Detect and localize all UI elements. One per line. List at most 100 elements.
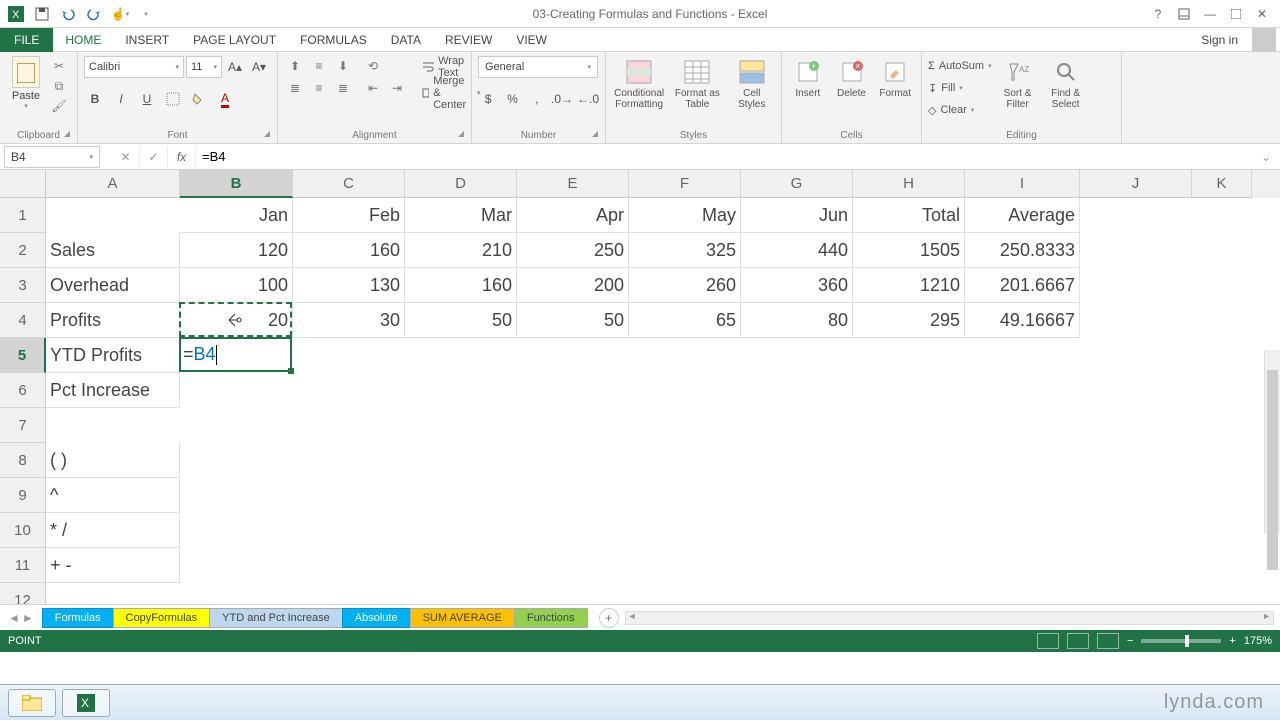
copy-icon[interactable]: ⧉: [50, 78, 68, 94]
row-header[interactable]: 1: [0, 198, 46, 233]
zoom-level[interactable]: 175%: [1244, 635, 1272, 647]
select-all-button[interactable]: [0, 170, 46, 198]
align-middle-icon[interactable]: ≡: [308, 56, 330, 76]
align-left-icon[interactable]: ≣: [284, 78, 306, 98]
close-icon[interactable]: ✕: [1250, 4, 1274, 24]
cell[interactable]: 120: [180, 233, 293, 268]
fill-handle[interactable]: [288, 368, 294, 374]
cell[interactable]: 100: [180, 268, 293, 303]
column-header[interactable]: I: [965, 170, 1080, 198]
cell-styles-button[interactable]: Cell Styles: [729, 56, 776, 141]
cell[interactable]: + -: [46, 548, 180, 583]
sheet-tab[interactable]: YTD and Pct Increase: [209, 608, 343, 628]
column-header[interactable]: C: [293, 170, 405, 198]
sheet-tab[interactable]: Formulas: [42, 608, 114, 628]
row-header[interactable]: 10: [0, 513, 46, 548]
sheet-nav-last-icon[interactable]: ►: [22, 611, 34, 625]
bold-button[interactable]: B: [84, 88, 106, 110]
conditional-formatting-button[interactable]: Conditional Formatting: [612, 56, 666, 141]
help-icon[interactable]: ?: [1146, 4, 1170, 24]
column-header[interactable]: A: [46, 170, 180, 198]
cell[interactable]: Profits: [46, 303, 180, 338]
zoom-in-icon[interactable]: +: [1229, 635, 1235, 647]
fill-button[interactable]: ↧Fill▾: [928, 78, 992, 98]
find-select-button[interactable]: Find & Select: [1044, 56, 1088, 141]
taskbar-excel-icon[interactable]: X: [62, 689, 110, 717]
sheet-nav-first-icon[interactable]: ◄: [8, 611, 20, 625]
cell[interactable]: 65: [629, 303, 741, 338]
align-top-icon[interactable]: ⬆: [284, 56, 306, 76]
cell[interactable]: Total: [853, 198, 965, 233]
sheet-tab[interactable]: CopyFormulas: [113, 608, 211, 628]
row-header[interactable]: 12: [0, 583, 46, 604]
cell[interactable]: 250.8333: [965, 233, 1080, 268]
row-header[interactable]: 8: [0, 443, 46, 478]
column-header[interactable]: E: [517, 170, 629, 198]
user-avatar[interactable]: [1252, 28, 1276, 52]
comma-icon[interactable]: ,: [527, 88, 547, 110]
format-cells-button[interactable]: Format: [875, 56, 915, 141]
minimize-icon[interactable]: —: [1198, 4, 1222, 24]
font-color-icon[interactable]: A: [214, 88, 236, 110]
cancel-icon[interactable]: ✕: [112, 146, 140, 168]
align-center-icon[interactable]: ≡: [308, 78, 330, 98]
tab-home[interactable]: HOME: [53, 29, 113, 51]
zoom-out-icon[interactable]: −: [1127, 635, 1133, 647]
ribbon-options-icon[interactable]: [1172, 4, 1196, 24]
vertical-scrollbar[interactable]: [1264, 350, 1280, 534]
decrease-decimal-icon[interactable]: ←.0: [577, 88, 599, 110]
cell[interactable]: Jun: [741, 198, 853, 233]
column-header[interactable]: B: [180, 170, 293, 198]
cell[interactable]: 160: [293, 233, 405, 268]
cell[interactable]: 30: [293, 303, 405, 338]
percent-icon[interactable]: %: [502, 88, 522, 110]
horizontal-scrollbar[interactable]: [625, 611, 1274, 625]
cell[interactable]: Sales: [46, 233, 180, 268]
cell[interactable]: 250: [517, 233, 629, 268]
increase-indent-icon[interactable]: ⇥: [386, 78, 408, 98]
cell[interactable]: 210: [405, 233, 517, 268]
font-size-combo[interactable]: 11▾: [186, 56, 222, 78]
accounting-icon[interactable]: $: [478, 88, 498, 110]
format-painter-icon[interactable]: 🖌: [50, 98, 68, 114]
font-launcher-icon[interactable]: ◢: [261, 127, 273, 139]
insert-function-icon[interactable]: fx: [168, 146, 196, 168]
tab-insert[interactable]: INSERT: [113, 29, 181, 51]
cell[interactable]: 1210: [853, 268, 965, 303]
autosum-button[interactable]: ΣAutoSum▾: [928, 56, 992, 76]
cell[interactable]: * /: [46, 513, 180, 548]
enter-icon[interactable]: ✓: [140, 146, 168, 168]
column-header[interactable]: G: [741, 170, 853, 198]
cell[interactable]: Pct Increase: [46, 373, 180, 408]
cell[interactable]: 50: [517, 303, 629, 338]
maximize-icon[interactable]: [1224, 4, 1248, 24]
cell[interactable]: 130: [293, 268, 405, 303]
paste-button[interactable]: Paste ▾: [6, 56, 46, 141]
cell[interactable]: 49.16667: [965, 303, 1080, 338]
increase-font-icon[interactable]: A▴: [224, 56, 246, 78]
alignment-launcher-icon[interactable]: ◢: [455, 127, 467, 139]
cell[interactable]: 80: [741, 303, 853, 338]
undo-icon[interactable]: [60, 6, 76, 22]
italic-button[interactable]: I: [110, 88, 132, 110]
expand-formula-bar-icon[interactable]: ⌄: [1252, 146, 1280, 168]
increase-decimal-icon[interactable]: .0→: [551, 88, 573, 110]
name-box[interactable]: B4▾: [4, 146, 100, 168]
tab-page-layout[interactable]: PAGE LAYOUT: [181, 29, 288, 51]
cell[interactable]: 201.6667: [965, 268, 1080, 303]
cell[interactable]: ( ): [46, 443, 180, 478]
cell[interactable]: 160: [405, 268, 517, 303]
add-sheet-button[interactable]: +: [599, 608, 619, 628]
tab-view[interactable]: VIEW: [504, 29, 559, 51]
page-layout-view-icon[interactable]: [1067, 633, 1089, 649]
cell[interactable]: Jan: [180, 198, 293, 233]
signin-link[interactable]: Sign in: [1201, 33, 1246, 47]
insert-cells-button[interactable]: + Insert: [788, 56, 828, 141]
column-header[interactable]: J: [1080, 170, 1192, 198]
touch-mode-icon[interactable]: ☝▾: [112, 6, 128, 22]
column-header[interactable]: D: [405, 170, 517, 198]
taskbar-explorer-icon[interactable]: [8, 689, 56, 717]
orientation-icon[interactable]: ⟲: [362, 56, 384, 76]
row-header[interactable]: 3: [0, 268, 46, 303]
row-header[interactable]: 2: [0, 233, 46, 268]
